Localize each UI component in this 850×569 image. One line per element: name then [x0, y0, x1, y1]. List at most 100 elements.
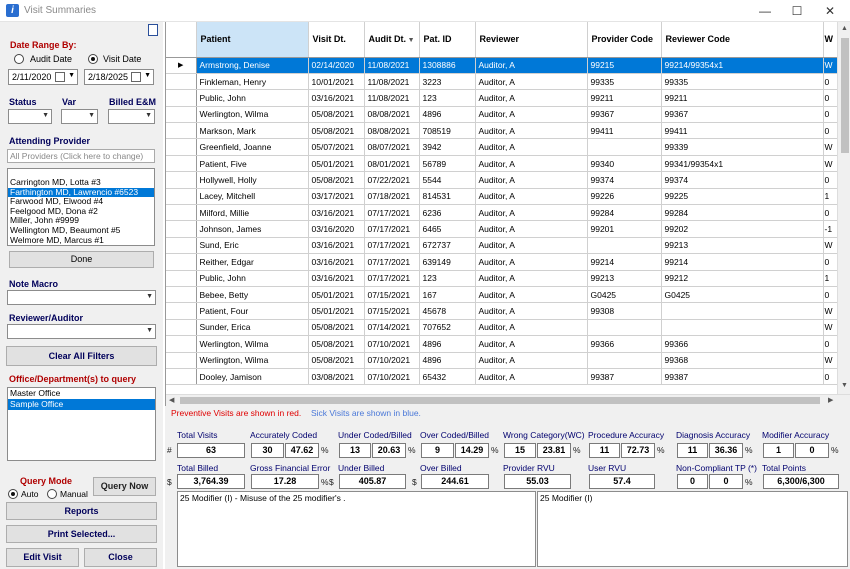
table-row[interactable]: Werlington, Wilma 05/08/2021 07/10/2021 489… — [166, 335, 838, 353]
table-cell[interactable]: Bebee, Betty — [196, 286, 309, 304]
note-macro-select[interactable]: ▼ — [7, 290, 156, 305]
table-cell[interactable]: 1 — [823, 188, 838, 206]
row-header[interactable]: ▶ — [166, 57, 197, 74]
table-cell[interactable]: Auditor, A — [475, 57, 588, 74]
table-cell[interactable]: W — [823, 352, 838, 369]
table-cell[interactable]: 07/17/2021 — [364, 253, 420, 271]
provider-list[interactable]: Carrington MD, Lotta #3 Farthington MD, … — [7, 168, 155, 246]
table-cell[interactable]: 639149 — [419, 253, 476, 271]
table-cell[interactable]: 123 — [419, 89, 476, 107]
table-cell[interactable]: 0 — [823, 106, 838, 124]
table-cell[interactable]: Patient, Four — [196, 302, 309, 320]
auto-radio[interactable] — [8, 489, 18, 499]
table-cell[interactable]: Finkleman, Henry — [196, 73, 309, 91]
table-row[interactable]: Finkleman, Henry 10/01/2021 11/08/2021 3223… — [166, 73, 838, 91]
table-cell[interactable]: 99284 — [661, 204, 824, 222]
table-cell[interactable]: 167 — [419, 286, 476, 304]
table-cell[interactable]: Auditor, A — [475, 171, 588, 189]
table-cell[interactable]: 99335 — [661, 73, 824, 91]
table-row[interactable]: Dooley, Jamison 03/08/2021 07/10/2021 65432… — [166, 368, 838, 386]
done-button[interactable]: Done — [9, 251, 154, 268]
table-cell[interactable]: 11/08/2021 — [364, 57, 420, 74]
table-cell[interactable]: 07/17/2021 — [364, 204, 420, 222]
table-row[interactable]: Werlington, Wilma 05/08/2021 07/10/2021 489… — [166, 352, 838, 369]
attending-provider-field[interactable]: All Providers (Click here to change) — [7, 149, 155, 163]
provider-item[interactable]: Welmore MD, Marcus #1 — [8, 236, 154, 246]
table-cell[interactable]: Johnson, James — [196, 220, 309, 238]
query-now-button[interactable]: Query Now — [93, 477, 156, 496]
table-row[interactable]: Sund, Eric 03/16/2021 07/17/2021 672737 Audi… — [166, 237, 838, 255]
table-cell[interactable]: 99211 — [661, 89, 824, 107]
provider-item[interactable]: Carrington MD, Lotta #3 — [8, 178, 154, 188]
table-cell[interactable]: 11/08/2021 — [364, 73, 420, 91]
row-header[interactable] — [166, 270, 197, 287]
table-cell[interactable]: 99374 — [587, 171, 662, 189]
table-cell[interactable]: 03/08/2021 — [308, 368, 365, 386]
table-cell[interactable]: 99213 — [587, 270, 662, 287]
table-cell[interactable]: 707652 — [419, 319, 476, 337]
table-row[interactable]: Hollywell, Holly 05/08/2021 07/22/2021 5544… — [166, 171, 838, 189]
table-cell[interactable]: 05/08/2021 — [308, 319, 365, 337]
provider-item[interactable]: Farthington MD, Lawrencio #6523 — [8, 187, 154, 198]
table-cell[interactable]: 99374 — [661, 171, 824, 189]
table-cell[interactable]: 05/07/2021 — [308, 138, 365, 156]
table-cell[interactable]: 08/07/2021 — [364, 138, 420, 156]
table-cell[interactable]: Sunder, Erica — [196, 319, 309, 337]
table-cell[interactable]: 99367 — [661, 106, 824, 124]
table-cell[interactable]: 0 — [823, 171, 838, 189]
table-cell[interactable]: G0425 — [587, 286, 662, 304]
table-cell[interactable]: 0 — [823, 89, 838, 107]
table-cell[interactable]: Patient, Five — [196, 155, 309, 173]
table-cell[interactable]: 03/16/2021 — [308, 253, 365, 271]
table-cell[interactable]: 1308886 — [419, 57, 476, 74]
table-cell[interactable]: Werlington, Wilma — [196, 352, 309, 369]
table-row[interactable]: Public, John 03/16/2021 07/17/2021 123 Audit… — [166, 270, 838, 287]
table-cell[interactable]: Auditor, A — [475, 122, 588, 140]
scroll-right-icon[interactable]: ▶ — [828, 396, 833, 404]
table-cell[interactable]: Armstrong, Denise — [196, 57, 309, 74]
date-from-picker[interactable]: 2/11/2020 ▼ — [8, 69, 78, 85]
table-cell[interactable]: 99211 — [587, 89, 662, 107]
table-row[interactable]: Lacey, Mitchell 03/17/2021 07/18/2021 81453… — [166, 188, 838, 206]
row-header[interactable] — [166, 155, 197, 173]
edit-visit-button[interactable]: Edit Visit — [6, 548, 79, 567]
table-row[interactable]: Milford, Millie 03/16/2021 07/17/2021 6236 A… — [166, 204, 838, 222]
table-cell[interactable]: 99214 — [661, 253, 824, 271]
row-header[interactable] — [166, 138, 197, 156]
minimize-button[interactable]: — — [750, 2, 780, 20]
table-cell[interactable]: Markson, Mark — [196, 122, 309, 140]
table-cell[interactable]: Sund, Eric — [196, 237, 309, 255]
table-row[interactable]: Werlington, Wilma 05/08/2021 08/08/2021 489… — [166, 106, 838, 124]
table-cell[interactable]: Auditor, A — [475, 204, 588, 222]
table-cell[interactable] — [587, 319, 662, 337]
scroll-left-icon[interactable]: ◀ — [169, 396, 174, 404]
table-cell[interactable]: 05/01/2021 — [308, 302, 365, 320]
table-cell[interactable]: 708519 — [419, 122, 476, 140]
table-cell[interactable]: W — [823, 155, 838, 173]
table-cell[interactable]: Auditor, A — [475, 89, 588, 107]
table-cell[interactable]: Greenfield, Joanne — [196, 138, 309, 156]
table-cell[interactable] — [661, 319, 824, 337]
office-item[interactable]: Sample Office — [8, 399, 155, 410]
horizontal-scrollbar-thumb[interactable] — [180, 397, 820, 404]
table-cell[interactable]: Werlington, Wilma — [196, 106, 309, 124]
table-cell[interactable]: 0 — [823, 368, 838, 386]
table-row[interactable]: Johnson, James 03/16/2020 07/17/2021 6465 Au… — [166, 220, 838, 238]
table-cell[interactable]: Auditor, A — [475, 286, 588, 304]
table-cell[interactable]: Auditor, A — [475, 155, 588, 173]
table-cell[interactable]: Auditor, A — [475, 138, 588, 156]
table-cell[interactable]: 07/14/2021 — [364, 319, 420, 337]
reviewer-select[interactable]: ▼ — [7, 324, 156, 339]
column-header-audit-date[interactable]: Audit Dt. ▼ — [364, 22, 420, 58]
column-header-visit-date[interactable]: Visit Dt. — [308, 22, 365, 58]
row-header[interactable] — [166, 73, 197, 91]
table-row[interactable]: Public, John 03/16/2021 11/08/2021 123 Audit… — [166, 89, 838, 107]
table-cell[interactable]: 99214 — [587, 253, 662, 271]
table-cell[interactable]: 05/08/2021 — [308, 352, 365, 369]
table-cell[interactable]: Milford, Millie — [196, 204, 309, 222]
visit-date-radio[interactable] — [88, 54, 98, 64]
table-cell[interactable]: Auditor, A — [475, 253, 588, 271]
table-cell[interactable]: 07/17/2021 — [364, 270, 420, 287]
table-cell[interactable]: 5544 — [419, 171, 476, 189]
row-header[interactable] — [166, 122, 197, 140]
